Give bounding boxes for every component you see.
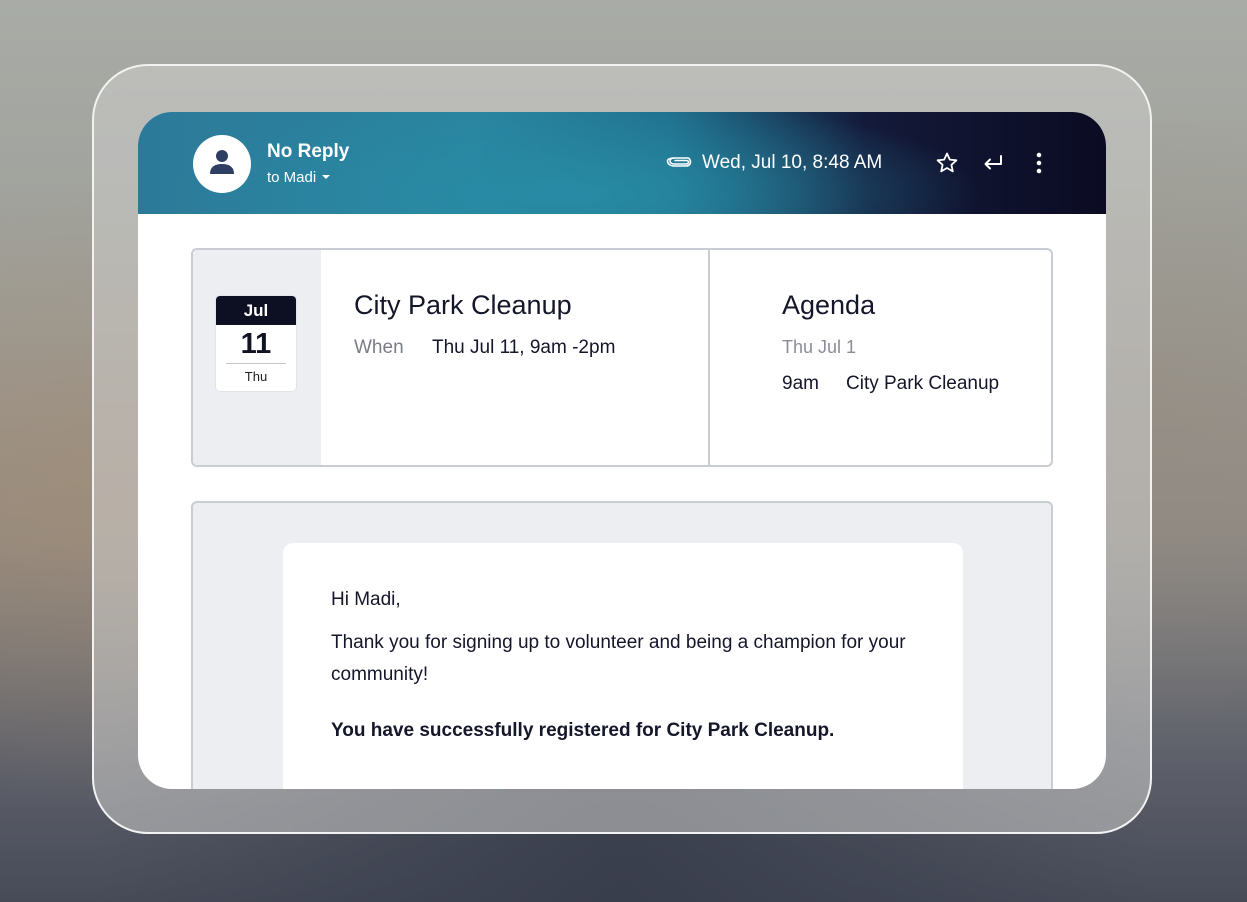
calendar-day: 11 [240,328,272,360]
event-title: City Park Cleanup [354,290,572,320]
agenda-date: Thu Jul 1 [782,337,857,357]
paperclip-icon[interactable] [666,153,692,174]
reply-icon[interactable] [980,150,1006,176]
sender-avatar [193,135,251,193]
agenda-title: Agenda [782,290,876,320]
when-value: Thu Jul 11, 9am -2pm [432,337,616,358]
timestamp-group: Wed, Jul 10, 8:48 AM [666,152,882,174]
message-confirmation: You have successfully registered for Cit… [331,720,835,741]
event-card: Jul 11 Thu City Park Cleanup When Thu Ju… [191,248,1053,467]
calendar-column: Jul 11 Thu [193,250,321,465]
person-icon [207,147,237,182]
calendar-divider [226,363,286,364]
recipient-dropdown[interactable]: to Madi [267,169,332,186]
message-body: Hi Madi, Thank you for signing up to vol… [283,543,963,789]
agenda-item-event: City Park Cleanup [846,373,1000,394]
recipient-label: to Madi [267,169,317,186]
chevron-down-icon [320,169,332,186]
calendar-date-tile: Jul 11 Thu [216,296,296,391]
more-vertical-icon[interactable] [1026,150,1052,176]
message-container: Hi Madi, Thank you for signing up to vol… [191,501,1053,789]
when-label: When [354,337,404,358]
calendar-month: Jul [216,296,296,325]
message-greeting: Hi Madi, [331,589,401,610]
card-divider [708,250,710,465]
email-window: No Reply to Madi Wed, Jul 10, 8:48 AM Ju… [138,112,1106,789]
message-paragraph: Thank you for signing up to volunteer an… [331,632,906,685]
agenda-item-time: 9am [782,373,819,394]
sender-name: No Reply [267,141,350,162]
calendar-weekday: Thu [244,369,268,384]
timestamp: Wed, Jul 10, 8:48 AM [702,152,883,173]
star-icon[interactable] [934,150,960,176]
email-header: No Reply to Madi Wed, Jul 10, 8:48 AM [138,112,1106,214]
